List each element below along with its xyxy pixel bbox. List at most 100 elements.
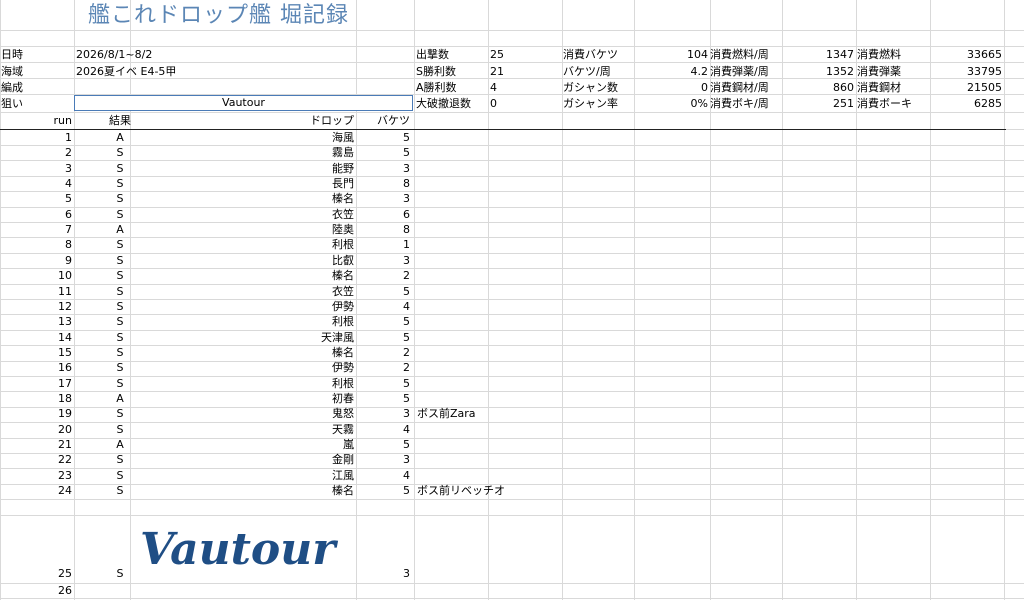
run-number-cell[interactable]: 13 xyxy=(0,314,72,329)
ammo-total-value[interactable]: 33795 xyxy=(930,64,1002,79)
bucket-cell[interactable]: 8 xyxy=(356,222,410,237)
bucket-cell[interactable]: 2 xyxy=(356,345,410,360)
bucket-cell[interactable]: 4 xyxy=(356,468,410,483)
note-cell[interactable]: ボス前Zara xyxy=(417,406,476,421)
bucket-cell[interactable]: 5 xyxy=(356,284,410,299)
steel-total-value[interactable]: 21505 xyxy=(930,80,1002,95)
bucket-cell[interactable]: 1 xyxy=(356,237,410,252)
run-number-cell[interactable]: 24 xyxy=(0,483,72,498)
retreat-value[interactable]: 0 xyxy=(490,96,497,111)
run-number-cell[interactable]: 20 xyxy=(0,422,72,437)
bucket-cell[interactable]: 8 xyxy=(356,176,410,191)
drop-cell[interactable]: 衣笠 xyxy=(130,284,354,299)
drop-cell[interactable]: 利根 xyxy=(130,314,354,329)
run-number-cell[interactable]: 1 xyxy=(0,130,72,145)
sorties-value[interactable]: 25 xyxy=(490,47,504,62)
gacha-count-value[interactable]: 0 xyxy=(634,80,708,95)
drop-cell[interactable]: 陸奥 xyxy=(130,222,354,237)
bucket-cell[interactable]: 5 xyxy=(356,130,410,145)
drop-cell[interactable]: 伊勢 xyxy=(130,299,354,314)
run-number-cell[interactable]: 2 xyxy=(0,145,72,160)
run-number-cell[interactable]: 12 xyxy=(0,299,72,314)
drop-cell[interactable]: 利根 xyxy=(130,237,354,252)
bucket-cell[interactable]: 2 xyxy=(356,360,410,375)
run-number-cell[interactable]: 8 xyxy=(0,237,72,252)
drop-cell[interactable]: 海風 xyxy=(130,130,354,145)
run-number-cell[interactable]: 18 xyxy=(0,391,72,406)
note-cell[interactable]: ボス前リベッチオ xyxy=(417,483,505,498)
drop-cell[interactable]: 嵐 xyxy=(130,437,354,452)
run-number-cell[interactable]: 15 xyxy=(0,345,72,360)
bucket-cell[interactable]: 5 xyxy=(356,437,410,452)
baux-total-label: 消費ボーキ xyxy=(857,97,912,110)
drop-cell[interactable]: 天津風 xyxy=(130,330,354,345)
run-number-cell[interactable]: 22 xyxy=(0,452,72,467)
run-number-cell[interactable]: 17 xyxy=(0,376,72,391)
run-number-cell[interactable]: 26 xyxy=(0,583,72,598)
bucket-cell[interactable]: 5 xyxy=(356,145,410,160)
run-number-cell[interactable]: 5 xyxy=(0,191,72,206)
run-number-cell[interactable]: 14 xyxy=(0,330,72,345)
bucket-cell[interactable]: 5 xyxy=(356,314,410,329)
bucket-cell[interactable]: 3 xyxy=(356,406,410,421)
run-number-cell[interactable]: 4 xyxy=(0,176,72,191)
drop-cell[interactable]: 長門 xyxy=(130,176,354,191)
run-number-cell[interactable]: 23 xyxy=(0,468,72,483)
bucket-cell[interactable]: 3 xyxy=(356,452,410,467)
baux-total-value[interactable]: 6285 xyxy=(930,96,1002,111)
run-number-cell[interactable]: 16 xyxy=(0,360,72,375)
vautour-drop-logo: Vautour xyxy=(140,524,336,575)
fuel-total-value[interactable]: 33665 xyxy=(930,47,1002,62)
bucket-cell[interactable]: 4 xyxy=(356,422,410,437)
gacha-rate-value[interactable]: 0% xyxy=(634,96,708,111)
drop-cell[interactable]: 初春 xyxy=(130,391,354,406)
bucket-cell[interactable]: 3 xyxy=(356,566,410,581)
drop-cell[interactable]: 能野 xyxy=(130,161,354,176)
drop-cell[interactable]: 鬼怒 xyxy=(130,406,354,421)
run-number-cell[interactable]: 7 xyxy=(0,222,72,237)
drop-cell[interactable] xyxy=(130,583,354,598)
fuel-per-value[interactable]: 1347 xyxy=(782,47,854,62)
drop-cell[interactable]: 榛名 xyxy=(130,191,354,206)
s-wins-value[interactable]: 21 xyxy=(490,64,504,79)
drop-cell[interactable]: 榛名 xyxy=(130,345,354,360)
run-number-cell[interactable]: 9 xyxy=(0,253,72,268)
run-number-cell[interactable]: 25 xyxy=(0,566,72,581)
area-cell[interactable]: 2026夏イベ E4-5甲 xyxy=(76,64,176,79)
drop-cell[interactable]: 比叡 xyxy=(130,253,354,268)
drop-cell[interactable]: 天霧 xyxy=(130,422,354,437)
bucket-cell[interactable]: 5 xyxy=(356,483,410,498)
bucket-cell[interactable]: 5 xyxy=(356,330,410,345)
target-cell-selected[interactable]: Vautour xyxy=(74,95,413,111)
drop-cell[interactable]: 金剛 xyxy=(130,452,354,467)
bucket-cell[interactable]: 6 xyxy=(356,207,410,222)
bucket-used-value[interactable]: 104 xyxy=(634,47,708,62)
run-number-cell[interactable]: 6 xyxy=(0,207,72,222)
a-wins-value[interactable]: 4 xyxy=(490,80,497,95)
run-number-cell[interactable]: 21 xyxy=(0,437,72,452)
run-number-cell[interactable]: 11 xyxy=(0,284,72,299)
drop-cell[interactable]: 榛名 xyxy=(130,483,354,498)
bucket-cell[interactable]: 5 xyxy=(356,376,410,391)
drop-cell[interactable]: 衣笠 xyxy=(130,207,354,222)
baux-per-value[interactable]: 251 xyxy=(782,96,854,111)
ammo-per-value[interactable]: 1352 xyxy=(782,64,854,79)
drop-cell[interactable]: 伊勢 xyxy=(130,360,354,375)
bucket-cell[interactable]: 2 xyxy=(356,268,410,283)
bucket-cell[interactable]: 3 xyxy=(356,161,410,176)
drop-cell[interactable]: 江風 xyxy=(130,468,354,483)
bucket-cell[interactable]: 3 xyxy=(356,253,410,268)
bucket-cell[interactable]: 4 xyxy=(356,299,410,314)
bucket-cell[interactable]: 3 xyxy=(356,191,410,206)
bucket-per-value[interactable]: 4.2 xyxy=(634,64,709,79)
bucket-cell[interactable] xyxy=(356,583,410,598)
bucket-cell[interactable]: 5 xyxy=(356,391,410,406)
drop-cell[interactable]: 利根 xyxy=(130,376,354,391)
run-number-cell[interactable]: 19 xyxy=(0,406,72,421)
steel-per-value[interactable]: 860 xyxy=(782,80,854,95)
run-number-cell[interactable]: 3 xyxy=(0,161,72,176)
run-number-cell[interactable]: 10 xyxy=(0,268,72,283)
drop-cell[interactable]: 霧島 xyxy=(130,145,354,160)
drop-cell[interactable]: 榛名 xyxy=(130,268,354,283)
date-cell[interactable]: 2026/8/1~8/2 xyxy=(76,47,152,62)
